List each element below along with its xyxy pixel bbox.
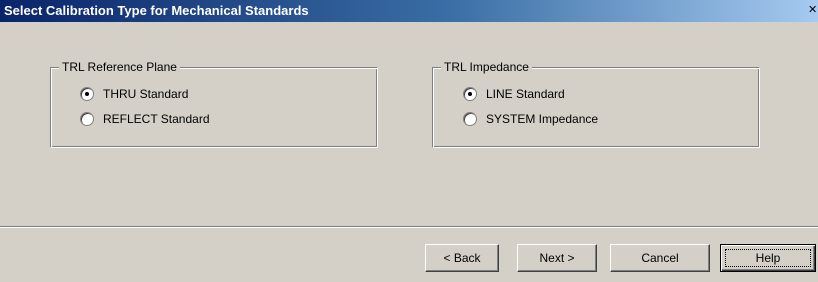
back-button[interactable]: < Back xyxy=(425,244,499,272)
system-impedance-label: SYSTEM Impedance xyxy=(486,112,599,126)
help-button[interactable]: Help xyxy=(720,244,816,272)
title-bar[interactable]: Select Calibration Type for Mechanical S… xyxy=(0,0,818,22)
trl-reference-plane-group: TRL Reference Plane THRU Standard REFLEC… xyxy=(50,59,378,148)
thru-standard-radio[interactable] xyxy=(80,87,94,101)
trl-impedance-group: TRL Impedance LINE Standard SYSTEM Imped… xyxy=(432,59,760,148)
reflect-standard-radio[interactable] xyxy=(80,112,94,126)
system-impedance-radio[interactable] xyxy=(463,112,477,126)
thru-standard-option[interactable]: THRU Standard xyxy=(80,85,188,103)
line-standard-option[interactable]: LINE Standard xyxy=(463,85,565,103)
reflect-standard-label: REFLECT Standard xyxy=(103,112,210,126)
close-icon[interactable]: ✕ xyxy=(808,2,816,18)
cancel-button[interactable]: Cancel xyxy=(610,244,710,272)
line-standard-label: LINE Standard xyxy=(486,87,565,101)
line-standard-radio[interactable] xyxy=(463,87,477,101)
cancel-button-label: Cancel xyxy=(641,251,679,265)
system-impedance-option[interactable]: SYSTEM Impedance xyxy=(463,110,598,128)
trl-impedance-legend: TRL Impedance xyxy=(441,59,532,75)
thru-standard-label: THRU Standard xyxy=(103,87,189,101)
window-title: Select Calibration Type for Mechanical S… xyxy=(4,3,309,18)
button-area-separator xyxy=(0,226,818,228)
back-button-label: < Back xyxy=(443,251,481,265)
reflect-standard-option[interactable]: REFLECT Standard xyxy=(80,110,210,128)
help-button-label: Help xyxy=(755,251,781,265)
next-button-label: Next > xyxy=(539,251,575,265)
calibration-type-dialog: Select Calibration Type for Mechanical S… xyxy=(0,0,818,282)
trl-reference-plane-legend: TRL Reference Plane xyxy=(59,59,180,75)
next-button[interactable]: Next > xyxy=(517,244,597,272)
